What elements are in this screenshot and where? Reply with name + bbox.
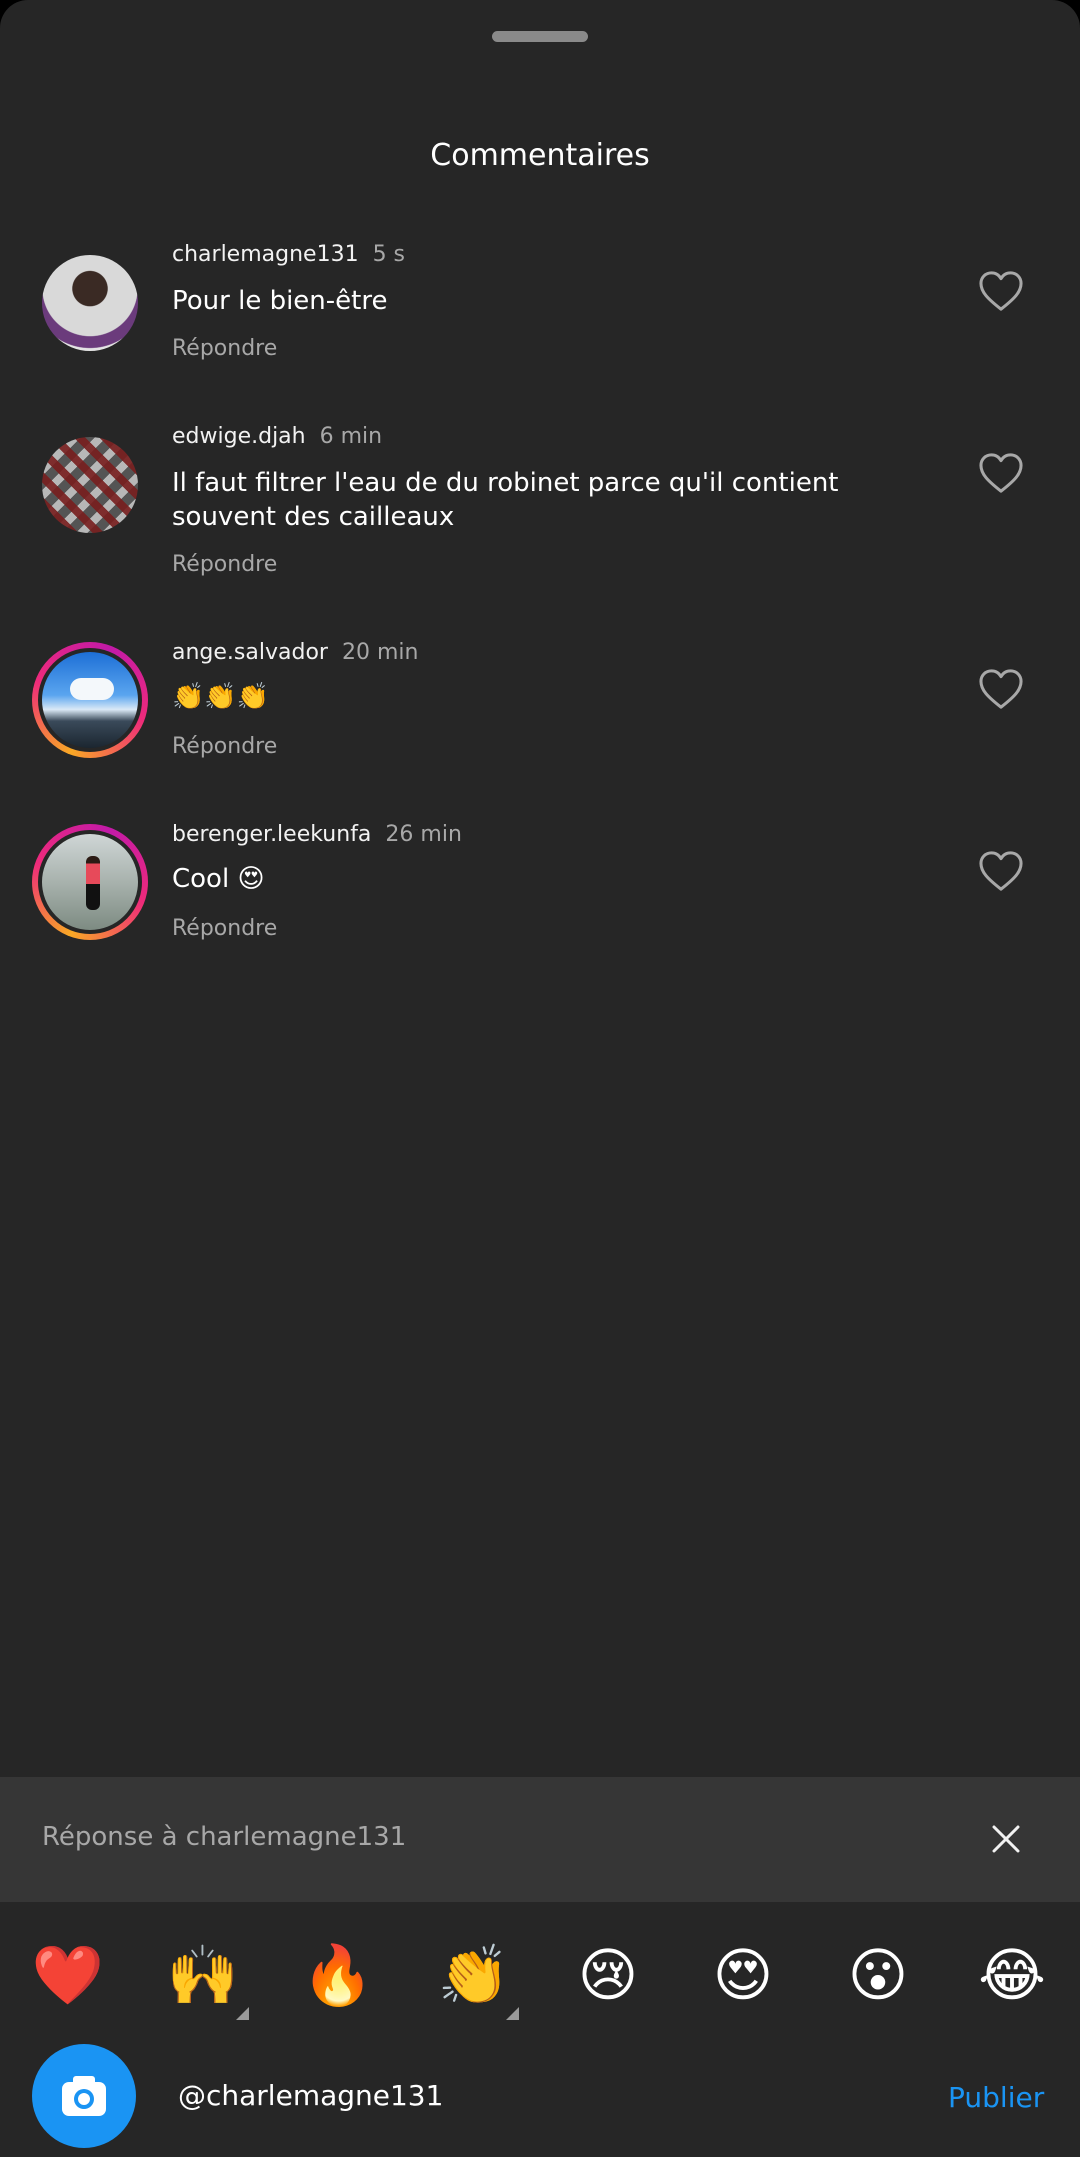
emoji-tears-of-joy[interactable]: 😂 <box>972 1935 1052 2015</box>
drag-handle[interactable] <box>492 31 588 42</box>
avatar-image <box>42 255 138 351</box>
avatar-story-ring[interactable] <box>32 642 148 758</box>
like-heart-icon[interactable] <box>978 270 1024 312</box>
close-icon[interactable] <box>986 1819 1026 1859</box>
emoji-heart-eyes[interactable]: 😍 <box>703 1935 783 2015</box>
avatar[interactable] <box>33 428 147 542</box>
emoji-crying-face[interactable]: 😢 <box>568 1935 648 2015</box>
comment-text: Pour le bien-être <box>172 286 388 316</box>
emoji-red-heart[interactable]: ❤️ <box>28 1935 108 2015</box>
avatar-image <box>38 830 142 934</box>
comment-time: 20 min <box>341 640 419 665</box>
reply-button[interactable]: Répondre <box>172 914 277 944</box>
like-heart-icon[interactable] <box>978 668 1024 710</box>
camera-button[interactable] <box>32 2044 136 2148</box>
comment-meta: charlemagne131 5 s <box>172 240 405 270</box>
like-heart-icon[interactable] <box>978 452 1024 494</box>
comment-meta: ange.salvador 20 min <box>172 638 418 668</box>
avatar-story-ring[interactable] <box>32 824 148 940</box>
comment-time: 6 min <box>319 424 383 449</box>
replying-to-bar: Réponse à charlemagne131 <box>0 1777 1080 1902</box>
emoji-raising-hands[interactable]: 🙌 <box>163 1935 243 2015</box>
like-heart-icon[interactable] <box>978 850 1024 892</box>
emoji-surprised-face[interactable]: 😮 <box>838 1935 918 2015</box>
replying-to-label: Réponse à charlemagne131 <box>42 1822 407 1852</box>
comment-time: 26 min <box>385 822 462 847</box>
comment-username[interactable]: charlemagne131 <box>172 242 359 267</box>
reply-button[interactable]: Répondre <box>172 334 277 364</box>
reply-button[interactable]: Répondre <box>172 732 277 762</box>
comment-username[interactable]: ange.salvador <box>172 640 328 665</box>
comment-text: Cool 😍 <box>172 864 265 894</box>
avatar-image <box>38 648 142 752</box>
comments-sheet: Commentaires charlemagne131 5 s Pour le b… <box>0 0 1080 2157</box>
emoji-quick-bar: ❤️ 🙌 🔥 👏 😢 😍 😮 😂 <box>0 1905 1080 2035</box>
comment-input[interactable]: @charlemagne131 <box>178 2078 443 2114</box>
avatar[interactable] <box>33 246 147 360</box>
avatar-cloud-shape <box>70 678 114 700</box>
comment-composer: @charlemagne131 Publier <box>0 2040 1080 2157</box>
comment-text: Il faut filtrer l'eau de du robinet parc… <box>172 468 839 532</box>
emoji-fire[interactable]: 🔥 <box>298 1935 378 2015</box>
comment-meta: berenger.leekunfa 26 min <box>172 820 462 850</box>
sheet-title: Commentaires <box>430 138 650 173</box>
comment-time: 5 s <box>372 242 406 267</box>
reply-button[interactable]: Répondre <box>172 550 277 580</box>
camera-icon <box>62 2076 106 2116</box>
avatar-person-shape <box>86 856 100 910</box>
emoji-variants-indicator <box>236 2007 249 2020</box>
publish-button[interactable]: Publier <box>948 2080 1044 2116</box>
emoji-clapping-hands[interactable]: 👏 <box>434 1935 514 2015</box>
comment-text: 👏👏👏 <box>172 682 270 712</box>
comment-meta: edwige.djah 6 min <box>172 422 382 452</box>
comment-username[interactable]: berenger.leekunfa <box>172 822 371 847</box>
emoji-variants-indicator <box>506 2007 519 2020</box>
avatar-image <box>42 437 138 533</box>
comment-username[interactable]: edwige.djah <box>172 424 306 449</box>
